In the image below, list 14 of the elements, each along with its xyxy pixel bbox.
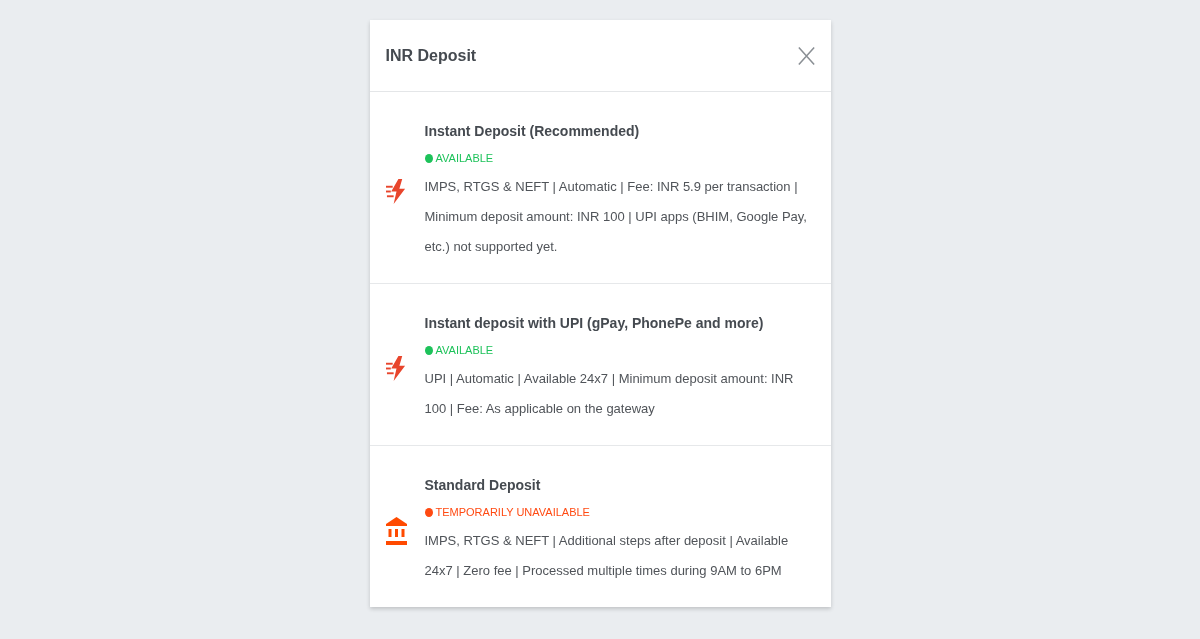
option-description: IMPS, RTGS & NEFT | Additional steps after deposit | Available 24x7 | Zero fee | Processed multiple times during 9AM to 6PM <box>424 532 790 580</box>
option-description: IMPS, RTGS & NEFT | Automatic | Fee: INR 5.9 per transaction | Minimum deposit amount: INR 100 | UPI apps (BHIM, Google Pay, etc.) not supported yet. <box>424 178 808 256</box>
bank-icon <box>385 516 407 545</box>
option-title: Standard Deposit <box>424 476 542 495</box>
option-description: UPI | Automatic | Available 24x7 | Minimum deposit amount: INR 100 | Fee: As applicable on the gateway <box>424 370 795 418</box>
close-icon <box>797 45 815 66</box>
lightning-bolt-icon <box>385 179 407 204</box>
dialog-title: INR Deposit <box>385 46 477 65</box>
status-label: AVAILABLE <box>435 343 494 358</box>
status-label: AVAILABLE <box>435 151 494 166</box>
status-label: TEMPORARILY UNAVAILABLE <box>435 505 590 520</box>
lightning-bolt-icon <box>385 356 407 381</box>
option-title: Instant deposit with UPI (gPay, PhonePe and more) <box>424 314 765 333</box>
option-title: Instant Deposit (Recommended) <box>424 122 641 141</box>
